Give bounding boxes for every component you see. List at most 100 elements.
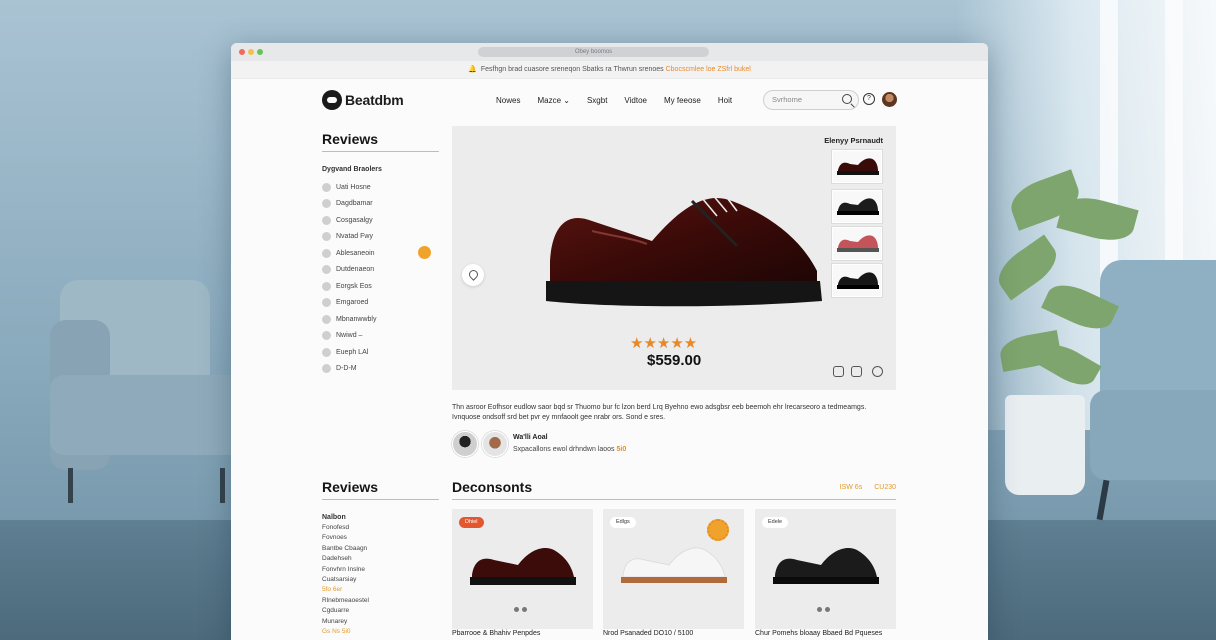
browser-window: Obey boomos 🔔 Fesfhgn brad cuasore sreneq… <box>231 43 988 640</box>
brand-logo[interactable]: Beatdbm <box>322 90 404 110</box>
sidebar-item[interactable]: Emgaroed <box>322 295 439 312</box>
sidebar-item-label: Uati Hosne <box>336 183 371 191</box>
sidebar-title: Reviews <box>322 131 439 152</box>
filter-item[interactable]: Gs Ns 5i0 <box>322 628 439 638</box>
nav-link-my-house[interactable]: My feeose <box>664 96 701 105</box>
filter-item[interactable]: Dadehseh <box>322 555 439 565</box>
reviewer-avatar[interactable] <box>482 431 508 457</box>
card-shoe-image <box>773 547 879 584</box>
discount-link[interactable]: CU230 <box>874 484 896 491</box>
card-title[interactable]: Nrod Psanaded DO10 / 5100 <box>603 630 693 637</box>
sidebar-item[interactable]: Nwiwd – <box>322 328 439 345</box>
bag-icon[interactable] <box>833 366 844 377</box>
filter-list: Fonofesd Fovnoes Bantbe Cbaagn Dadehseh … <box>322 524 439 638</box>
heart-icon[interactable] <box>872 366 883 377</box>
search-icon[interactable] <box>842 94 852 104</box>
nav-links: Nowes Mazce ⌄ Sxgbt Vidtoe My feeose Hoi… <box>496 96 732 105</box>
sidebar-item-label: Nwiwd – <box>336 332 363 340</box>
filter-item[interactable]: Rlnebmeaoestel <box>322 597 439 607</box>
card-title[interactable]: Chur Pomehs bloaay Bbaed Bd Pqueses <box>755 630 882 637</box>
category-icon <box>322 182 331 192</box>
sidebar-item[interactable]: Mbnanwwbly <box>322 311 439 328</box>
discount-link[interactable]: ISW 6s <box>840 484 863 491</box>
minimize-dot[interactable] <box>248 49 254 55</box>
review-text: Sxpacallons ewol drhndwn laoos 5i0 <box>513 446 626 453</box>
sidebar-item-label: Cosgasalgy <box>336 216 373 224</box>
sidebar-item[interactable]: Ablesaneoin <box>322 245 439 262</box>
chevron-down-icon: ⌄ <box>563 96 570 105</box>
sidebar-item[interactable]: Nvatad Fwy <box>322 229 439 246</box>
lower-sidebar-subtitle: Nalbon <box>322 514 346 521</box>
nav-link-home[interactable]: Nowes <box>496 96 520 105</box>
product-card[interactable]: Edele <box>755 509 896 629</box>
help-icon[interactable]: ? <box>863 93 875 105</box>
sidebar-item[interactable]: Cosgasalgy <box>322 212 439 229</box>
nav-link-hoit[interactable]: Hoit <box>718 96 732 105</box>
thumbnail-4[interactable] <box>832 264 882 297</box>
thumb-shoe-image <box>837 158 879 175</box>
share-icon[interactable] <box>851 366 862 377</box>
carousel-dots[interactable] <box>817 607 830 612</box>
sidebar-item[interactable]: Uati Hosne <box>322 179 439 196</box>
category-icon <box>322 248 331 258</box>
sidebar-item[interactable]: Dutdenaeon <box>322 262 439 279</box>
filter-item[interactable]: Fovnoes <box>322 534 439 544</box>
thumbnail-1[interactable] <box>832 150 882 183</box>
product-card[interactable]: Dhiel <box>452 509 593 629</box>
plant-pot <box>1005 395 1085 495</box>
filter-item[interactable]: Bantbe Cbaagn <box>322 545 439 555</box>
nav-link-menu[interactable]: Mazce ⌄ <box>537 96 570 105</box>
category-icon <box>322 364 331 374</box>
sidebar-item-label: Mbnanwwbly <box>336 315 377 323</box>
nav-link-video[interactable]: Vidtoe <box>624 96 647 105</box>
card-title[interactable]: Pbarrooe & Bhahiv Penpdes <box>452 630 540 637</box>
product-card[interactable]: Edlgs <box>603 509 744 629</box>
category-icon <box>322 347 331 357</box>
filter-item[interactable]: Fonvhrn Inslne <box>322 566 439 576</box>
nav-link-menu-label: Mazce <box>537 96 562 105</box>
thumbnail-2[interactable] <box>832 190 882 223</box>
sidebar-subtitle: Dygvand Braolers <box>322 166 382 173</box>
carousel-dots[interactable] <box>514 607 527 612</box>
announcement-text: Fesfhgn brad cuasore sreneqon Sbatks ra … <box>480 66 664 73</box>
description-line: Ivnquose ondsoff srd bet pvr ey mnfaoolt… <box>452 414 666 421</box>
search-placeholder: Svrhome <box>772 95 803 104</box>
discounts-title: Deconsonts <box>452 479 896 500</box>
lower-sidebar-title: Reviews <box>322 479 439 500</box>
sidebar-item[interactable]: Dagdbamar <box>322 196 439 213</box>
address-bar[interactable]: Obey boomos <box>478 47 709 57</box>
reviewer-avatar[interactable] <box>452 431 478 457</box>
search-input[interactable]: Svrhome <box>763 90 859 110</box>
notification-badge <box>418 246 431 259</box>
filter-item[interactable]: Cgduarre <box>322 607 439 617</box>
thumb-shoe-image <box>837 272 879 289</box>
browser-titlebar: Obey boomos <box>231 43 988 61</box>
sidebar-item[interactable]: Eorgsk Eos <box>322 278 439 295</box>
card-tag: Edlgs <box>610 517 636 528</box>
avatar[interactable] <box>882 92 897 107</box>
reviews-sidebar: Reviews Dygvand Braolers Uati Hosne Dagd… <box>322 131 439 377</box>
close-dot[interactable] <box>239 49 245 55</box>
filter-item[interactable]: Cuatsarsiay <box>322 576 439 586</box>
category-icon <box>322 281 331 291</box>
sidebar-item[interactable]: D-D-M <box>322 361 439 378</box>
sidebar-item-label: Dutdenaeon <box>336 266 375 274</box>
reviews-filter-sidebar: Reviews Nalbon Fonofesd Fovnoes Bantbe C… <box>322 479 439 638</box>
filter-item[interactable]: 5fo 6er <box>322 586 439 596</box>
sidebar-item[interactable]: Eueph LAl <box>322 344 439 361</box>
card-tag: Dhiel <box>459 517 484 528</box>
filter-item[interactable]: Fonofesd <box>322 524 439 534</box>
sidebar-item-label: Dagdbamar <box>336 200 373 208</box>
thumb-shoe-image <box>837 198 879 215</box>
thumbnail-3[interactable] <box>832 227 882 260</box>
shoe-image[interactable] <box>532 186 832 316</box>
category-icon <box>322 265 331 275</box>
award-badge-icon <box>707 519 729 541</box>
filter-item[interactable]: Munarey <box>322 618 439 628</box>
thumb-shoe-image <box>837 235 879 252</box>
location-pin-icon[interactable] <box>462 264 484 286</box>
nav-link-shop[interactable]: Sxgbt <box>587 96 607 105</box>
armchair-left <box>50 280 250 510</box>
maximize-dot[interactable] <box>257 49 263 55</box>
announcement-link[interactable]: Cbocscmlee loe ZSfrl bukel <box>666 66 751 73</box>
